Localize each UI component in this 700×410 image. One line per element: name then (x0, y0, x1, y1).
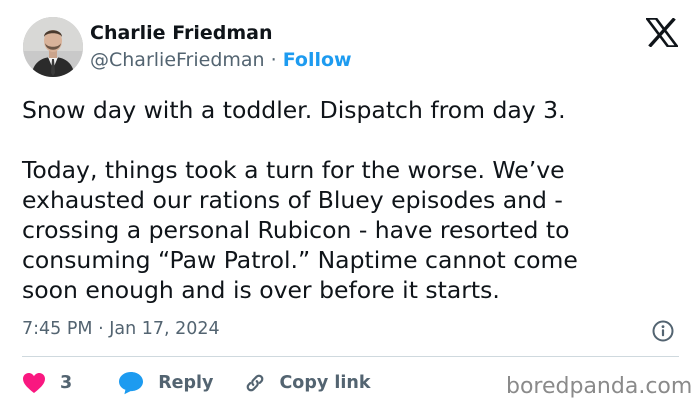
info-icon[interactable] (652, 320, 674, 342)
link-icon (247, 374, 264, 392)
action-bar: 3 Reply Copy link (22, 369, 370, 397)
reply-button[interactable]: Reply (118, 371, 213, 395)
tweet-line: crossing a personal Rubicon - have resor… (22, 216, 570, 244)
handle-separator: · (264, 49, 283, 71)
tweet-card: Charlie Friedman @CharlieFriedman · Foll… (0, 0, 700, 410)
tweet-line: exhausted our rations of Bluey episodes … (22, 186, 563, 214)
speech-bubble-icon (119, 372, 144, 395)
tweet-text: Snow day with a toddler. Dispatch from d… (22, 95, 682, 305)
divider (22, 356, 679, 357)
author-name[interactable]: Charlie Friedman (90, 22, 272, 44)
watermark: boredpanda.com (506, 374, 693, 399)
copy-link-button[interactable]: Copy link (243, 371, 370, 395)
like-count: 3 (60, 373, 73, 393)
tweet-line: Today, things took a turn for the worse.… (22, 156, 565, 184)
heart-icon (23, 373, 45, 393)
tweet-line: Snow day with a toddler. Dispatch from d… (22, 96, 566, 124)
tweet-timestamp[interactable]: 7:45 PM · Jan 17, 2024 (22, 319, 220, 339)
follow-button[interactable]: Follow (283, 49, 352, 71)
author-handle[interactable]: @CharlieFriedman (90, 49, 265, 71)
tweet-line: soon enough and is over before it starts… (22, 276, 500, 304)
tweet-line: consuming “Paw Patrol.” Naptime cannot c… (22, 246, 578, 274)
avatar[interactable] (23, 17, 83, 77)
author-handle-row: @CharlieFriedman · Follow (90, 49, 352, 71)
reply-label: Reply (158, 373, 214, 393)
copy-link-label: Copy link (279, 373, 371, 393)
x-logo-icon[interactable] (644, 17, 680, 48)
like-button[interactable]: 3 (22, 372, 72, 394)
